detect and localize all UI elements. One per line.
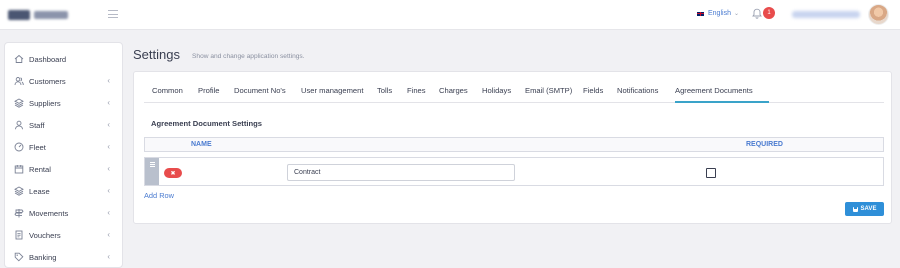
table-row: ✖ [144,157,884,186]
sidebar-item-label: Fleet [29,142,46,152]
tab-document-no-s[interactable]: Document No's [234,86,286,95]
page-title: Settings [133,47,180,62]
tab-fields[interactable]: Fields [583,86,603,95]
table-header: NAME REQUIRED [144,137,884,152]
sidebar-item-label: Dashboard [29,54,67,64]
drag-handle-icon[interactable] [145,158,159,185]
chevron-left-icon: ‹ [107,120,110,129]
save-disk-icon [852,206,858,212]
app-logo[interactable] [8,8,70,22]
chevron-left-icon: ‹ [107,164,110,173]
chevron-down-icon: ⌄ [733,11,739,17]
sidebar-item-label: Movements [29,208,69,218]
tag-icon [14,252,24,262]
settings-card: Common Profile Document No's User managemen… [133,71,892,224]
notification-count-badge: 1 [763,7,775,19]
layers-icon [14,186,24,196]
signpost-icon [14,208,24,218]
sidebar-item-suppliers[interactable]: Suppliers ‹ [5,92,122,114]
sidebar-item-label: Suppliers [29,98,61,108]
chevron-left-icon: ‹ [107,252,110,261]
sidebar: Dashboard Customers ‹ Suppliers ‹ Staff ‹ Fleet… [4,42,123,268]
chevron-left-icon: ‹ [107,186,110,195]
chevron-left-icon: ‹ [107,76,110,85]
language-label: English [708,10,731,17]
tab-fines[interactable]: Fines [407,86,426,95]
sidebar-item-label: Staff [29,120,45,130]
tab-profile[interactable]: Profile [198,86,220,95]
menu-toggle-icon[interactable] [108,10,118,18]
chevron-left-icon: ‹ [107,98,110,107]
bell-icon[interactable] [752,8,762,19]
top-bar: English ⌄ 1 [0,0,900,30]
sidebar-item-rental[interactable]: Rental ‹ [5,158,122,180]
sidebar-item-fleet[interactable]: Fleet ‹ [5,136,122,158]
sidebar-item-vouchers[interactable]: Vouchers ‹ [5,224,122,246]
chevron-left-icon: ‹ [107,230,110,239]
column-header-name: NAME [191,141,212,148]
sidebar-item-customers[interactable]: Customers ‹ [5,70,122,92]
column-header-required: REQUIRED [746,141,783,148]
user-icon [14,120,24,130]
tab-notifications[interactable]: Notifications [617,86,658,95]
sidebar-item-label: Banking [29,252,57,262]
home-icon [14,54,24,64]
sidebar-item-label: Lease [29,186,50,196]
tab-common[interactable]: Common [152,86,183,95]
delete-row-button[interactable]: ✖ [164,168,182,178]
tab-user-management[interactable]: User management [301,86,363,95]
layers-icon [14,98,24,108]
close-icon: ✖ [170,170,176,177]
save-button-label: SAVE [860,206,877,212]
settings-tabs: Common Profile Document No's User managemen… [144,81,884,103]
calendar-icon [14,164,24,174]
sidebar-item-lease[interactable]: Lease ‹ [5,180,122,202]
tab-holidays[interactable]: Holidays [482,86,511,95]
required-checkbox[interactable] [706,168,716,178]
gauge-icon [14,142,24,152]
user-name[interactable] [792,11,860,18]
document-name-input[interactable] [287,164,515,181]
sidebar-item-label: Vouchers [29,230,61,240]
page-subtitle: Show and change application settings. [192,53,305,60]
document-icon [14,230,24,240]
save-button[interactable]: SAVE [845,202,884,216]
user-avatar[interactable] [868,4,889,25]
chevron-left-icon: ‹ [107,208,110,217]
sidebar-item-label: Customers [29,76,66,86]
users-icon [14,76,24,86]
tab-agreement-documents[interactable]: Agreement Documents [675,86,753,95]
active-tab-indicator [675,101,769,103]
uk-flag-icon [696,10,705,17]
sidebar-item-banking[interactable]: Banking ‹ [5,246,122,268]
sidebar-item-label: Rental [29,164,51,174]
language-selector[interactable]: English ⌄ [696,10,739,17]
sidebar-item-staff[interactable]: Staff ‹ [5,114,122,136]
sidebar-item-dashboard[interactable]: Dashboard [5,48,122,70]
sidebar-item-movements[interactable]: Movements ‹ [5,202,122,224]
section-title: Agreement Document Settings [151,119,262,128]
chevron-left-icon: ‹ [107,142,110,151]
tab-charges[interactable]: Charges [439,86,468,95]
tab-tolls[interactable]: Tolls [377,86,392,95]
add-row-link[interactable]: Add Row [144,191,174,200]
tab-email-smtp[interactable]: Email (SMTP) [525,86,572,95]
